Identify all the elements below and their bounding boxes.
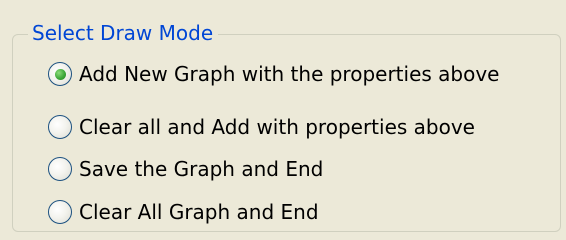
radio-option-label[interactable]: Clear All Graph and End xyxy=(79,199,319,225)
radio-option-label[interactable]: Clear all and Add with properties above xyxy=(79,114,475,140)
radio-button-icon[interactable] xyxy=(48,200,72,224)
radio-option-add-new-graph[interactable]: Add New Graph with the properties above xyxy=(48,59,499,89)
radio-button-checked-icon[interactable] xyxy=(48,62,72,86)
radio-option-save-graph-and-end[interactable]: Save the Graph and End xyxy=(48,154,323,184)
radio-option-label[interactable]: Save the Graph and End xyxy=(79,156,323,182)
radio-option-label[interactable]: Add New Graph with the properties above xyxy=(79,61,499,87)
radio-selected-dot-icon xyxy=(54,68,66,80)
radio-option-clear-all-and-add[interactable]: Clear all and Add with properties above xyxy=(48,112,475,142)
radio-option-clear-all-graph-and-end[interactable]: Clear All Graph and End xyxy=(48,197,319,227)
radio-button-icon[interactable] xyxy=(48,157,72,181)
draw-mode-group-title: Select Draw Mode xyxy=(28,20,219,46)
radio-button-icon[interactable] xyxy=(48,115,72,139)
